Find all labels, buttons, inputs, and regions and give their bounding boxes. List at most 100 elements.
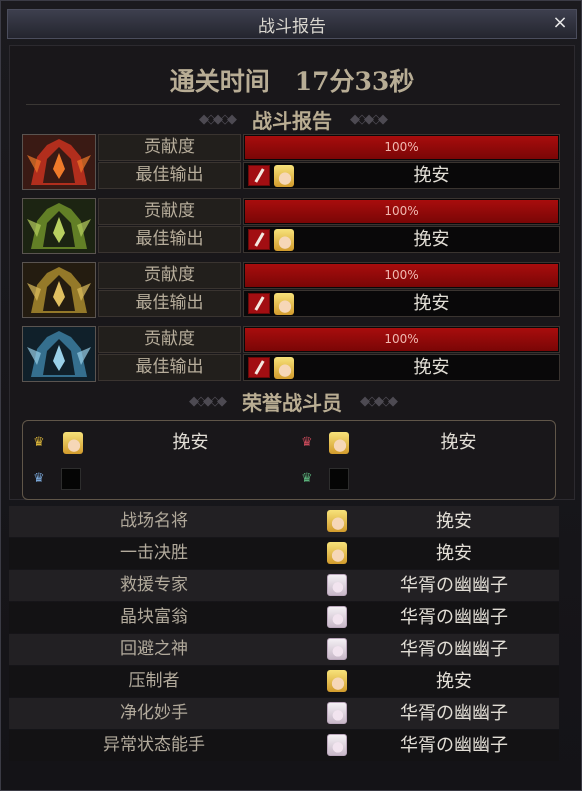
contribution-bar: 100% xyxy=(243,134,560,161)
contribution-label: 贡献度 xyxy=(98,134,241,161)
award-recipient: 华胥の幽幽子 xyxy=(400,735,508,756)
honor-member-name: 挽安 xyxy=(172,432,209,453)
contribution-bar: 100% xyxy=(243,326,560,353)
battle-report-window: 战斗报告 × 通关时间 17分33秒 ◆◇◆◇◆ 战斗报告 ◆◇◆◇◆ 贡献度 … xyxy=(0,0,582,791)
contribution-value: 100% xyxy=(384,268,419,282)
boss-row: 贡献度 100% 最佳输出 挽安 xyxy=(22,326,560,384)
red-crown-icon: ♛ xyxy=(301,435,313,450)
award-title: 净化妙手 xyxy=(120,703,188,723)
character-portrait-icon xyxy=(274,165,294,187)
contribution-value: 100% xyxy=(384,140,419,154)
report-section-header: ◆◇◆◇◆ 战斗报告 ◆◇◆◇◆ xyxy=(10,104,574,134)
weapon-icon xyxy=(248,165,270,186)
contribution-bar: 100% xyxy=(243,198,560,225)
honor-member-slot[interactable]: ♛ 挽安 xyxy=(23,425,288,461)
award-row: 战场名将 挽安 xyxy=(9,506,559,537)
award-title: 晶块富翁 xyxy=(120,607,188,627)
character-portrait-icon xyxy=(274,229,294,251)
boss-row: 贡献度 100% 最佳输出 挽安 xyxy=(22,262,560,320)
award-recipient: 挽安 xyxy=(436,671,472,692)
award-title: 压制者 xyxy=(128,671,180,691)
award-recipient: 华胥の幽幽子 xyxy=(400,607,508,628)
honor-member-slot[interactable]: ♛ 挽安 xyxy=(291,425,556,461)
awards-list: 战场名将 挽安 一击决胜 挽安 救援专家 华胥の幽幽子 晶块富翁 华胥の幽幽子 … xyxy=(9,506,561,766)
character-portrait-icon xyxy=(327,734,347,756)
honor-member-slot[interactable]: ♛ xyxy=(291,461,556,497)
gold-boss-portrait-icon[interactable] xyxy=(22,262,96,318)
ornament-icon: ◆◇◆◇◆ xyxy=(199,111,237,127)
character-portrait-icon xyxy=(327,638,347,660)
award-row: 压制者 挽安 xyxy=(9,666,559,697)
character-portrait-icon xyxy=(327,670,347,692)
best-output-field[interactable]: 挽安 xyxy=(243,354,560,381)
clear-time: 通关时间 17分33秒 xyxy=(169,67,415,96)
blue-boss-portrait-icon[interactable] xyxy=(22,326,96,382)
weapon-icon xyxy=(248,293,270,314)
ornament-icon: ◆◇◆◇◆ xyxy=(189,393,227,409)
award-row: 净化妙手 华胥の幽幽子 xyxy=(9,698,559,729)
honor-member-slot[interactable]: ♛ xyxy=(23,461,288,497)
best-output-field[interactable]: 挽安 xyxy=(243,290,560,317)
boss-row: 贡献度 100% 最佳输出 挽安 xyxy=(22,198,560,256)
contribution-value: 100% xyxy=(384,332,419,346)
award-recipient: 华胥の幽幽子 xyxy=(400,639,508,660)
award-row: 一击决胜 挽安 xyxy=(9,538,559,569)
award-row: 救援专家 华胥の幽幽子 xyxy=(9,570,559,601)
award-title: 异常状态能手 xyxy=(103,735,205,755)
best-output-label: 最佳输出 xyxy=(98,226,241,253)
green-crown-icon: ♛ xyxy=(301,471,313,486)
award-title: 回避之神 xyxy=(120,639,188,659)
best-output-label: 最佳输出 xyxy=(98,162,241,189)
best-output-field[interactable]: 挽安 xyxy=(243,226,560,253)
award-title: 一击决胜 xyxy=(120,543,188,563)
report-panel: 通关时间 17分33秒 ◆◇◆◇◆ 战斗报告 ◆◇◆◇◆ 贡献度 100% 最佳… xyxy=(9,45,575,500)
weapon-icon xyxy=(248,229,270,250)
title-bar: 战斗报告 × xyxy=(7,9,577,39)
empty-portrait-slot xyxy=(329,468,349,490)
window-title: 战斗报告 xyxy=(258,16,326,37)
character-portrait-icon xyxy=(327,542,347,564)
character-portrait-icon xyxy=(327,574,347,596)
best-output-label: 最佳输出 xyxy=(98,354,241,381)
boss-row: 贡献度 100% 最佳输出 挽安 xyxy=(22,134,560,192)
best-output-label: 最佳输出 xyxy=(98,290,241,317)
character-portrait-icon xyxy=(274,293,294,315)
close-button[interactable]: × xyxy=(550,13,570,33)
character-portrait-icon xyxy=(274,357,294,379)
contribution-label: 贡献度 xyxy=(98,198,241,225)
contribution-value: 100% xyxy=(384,204,419,218)
contribution-label: 贡献度 xyxy=(98,326,241,353)
award-row: 回避之神 华胥の幽幽子 xyxy=(9,634,559,665)
green-boss-portrait-icon[interactable] xyxy=(22,198,96,254)
character-portrait-icon xyxy=(63,432,83,454)
award-row: 晶块富翁 华胥の幽幽子 xyxy=(9,602,559,633)
award-title: 战场名将 xyxy=(120,511,188,531)
best-output-field[interactable]: 挽安 xyxy=(243,162,560,189)
character-portrait-icon xyxy=(329,432,349,454)
empty-portrait-slot xyxy=(61,468,81,490)
character-portrait-icon xyxy=(327,510,347,532)
gold-crown-icon: ♛ xyxy=(33,435,45,450)
red-boss-portrait-icon[interactable] xyxy=(22,134,96,190)
character-portrait-icon xyxy=(327,606,347,628)
best-output-player: 挽安 xyxy=(413,229,450,250)
award-title: 救援专家 xyxy=(120,575,188,595)
ornament-icon: ◆◇◆◇◆ xyxy=(360,393,398,409)
honor-member-name: 挽安 xyxy=(440,432,477,453)
award-recipient: 华胥の幽幽子 xyxy=(400,575,508,596)
best-output-player: 挽安 xyxy=(413,357,450,378)
honor-section-title: 荣誉战斗员 xyxy=(242,390,342,415)
award-recipient: 挽安 xyxy=(436,543,472,564)
award-row: 异常状态能手 华胥の幽幽子 xyxy=(9,730,559,761)
best-output-player: 挽安 xyxy=(413,165,450,186)
ornament-icon: ◆◇◆◇◆ xyxy=(350,111,388,127)
character-portrait-icon xyxy=(327,702,347,724)
contribution-bar: 100% xyxy=(243,262,560,289)
blue-crown-icon: ♛ xyxy=(33,471,45,486)
report-section-title: 战斗报告 xyxy=(252,108,332,133)
award-recipient: 华胥の幽幽子 xyxy=(400,703,508,724)
award-recipient: 挽安 xyxy=(436,511,472,532)
honor-members-box: ♛ 挽安 ♛ 挽安 ♛ ♛ xyxy=(22,420,556,500)
honor-section-header: ◆◇◆◇◆ 荣誉战斗员 ◆◇◆◇◆ xyxy=(10,386,574,416)
best-output-player: 挽安 xyxy=(413,293,450,314)
